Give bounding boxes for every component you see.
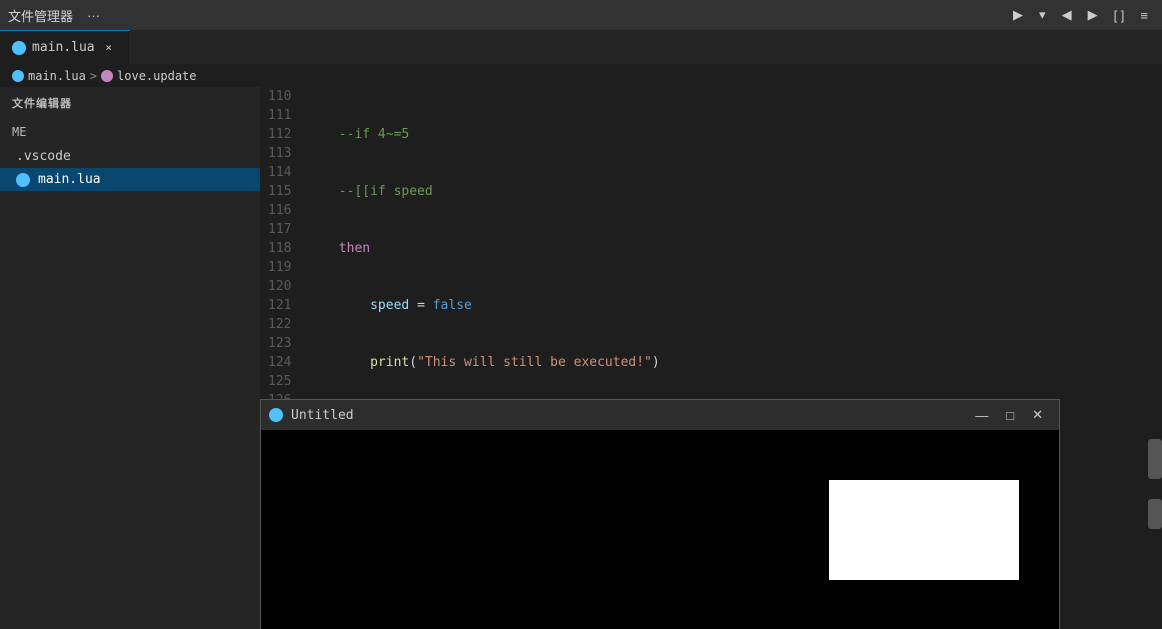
- title-more-button[interactable]: ···: [81, 6, 106, 25]
- sidebar-item-main-lua-label: main.lua: [38, 172, 101, 187]
- tab-file-icon: [12, 41, 26, 55]
- line-num-118: 118: [268, 239, 291, 258]
- line-num-110: 110: [268, 87, 291, 106]
- overlay-scrollbar[interactable]: [1148, 399, 1162, 629]
- title-bar: 文件管理器 ··· ▶ ▾ ◀ ▶ [ ] ≡: [0, 0, 1162, 30]
- tab-main-lua[interactable]: main.lua ×: [0, 30, 130, 64]
- breadcrumb-file[interactable]: main.lua: [28, 69, 86, 83]
- run-button[interactable]: ▶: [1007, 5, 1029, 25]
- breadcrumb-separator: >: [90, 69, 97, 83]
- sidebar-file-icon: [16, 173, 30, 187]
- line-num-122: 122: [268, 315, 291, 334]
- more-options-button[interactable]: ≡: [1134, 6, 1154, 25]
- code-line-114: print("This will still be executed!"): [307, 353, 1158, 372]
- floating-window: Untitled — □ ✕: [260, 399, 1060, 629]
- floating-maximize-button[interactable]: □: [998, 405, 1022, 425]
- floating-controls: — □ ✕: [967, 405, 1051, 425]
- code-line-110: --if 4~=5: [307, 125, 1158, 144]
- sidebar-item-main-lua[interactable]: main.lua: [0, 168, 260, 191]
- main-area: 文件编辑器 ME .vscode main.lua 110 111 112 11…: [0, 87, 1162, 629]
- breadcrumb-function: love.update: [117, 69, 196, 83]
- overlay-scrollbar-thumb[interactable]: [1148, 439, 1162, 479]
- sidebar-item-vscode-label: .vscode: [16, 149, 71, 164]
- sidebar-section-me: ME: [0, 119, 260, 145]
- line-num-113: 113: [268, 144, 291, 163]
- sidebar: 文件编辑器 ME .vscode main.lua: [0, 87, 260, 629]
- floating-window-icon: [269, 408, 283, 422]
- breadcrumb: main.lua > love.update: [0, 65, 1162, 87]
- line-num-111: 111: [268, 106, 291, 125]
- forward-button[interactable]: ▶: [1082, 5, 1104, 25]
- overlay-scrollbar-thumb2[interactable]: [1148, 499, 1162, 529]
- line-num-120: 120: [268, 277, 291, 296]
- breadcrumb-func-icon: [101, 70, 113, 82]
- floating-content: [261, 430, 1059, 629]
- code-line-113: speed = false: [307, 296, 1158, 315]
- run-dropdown-button[interactable]: ▾: [1033, 5, 1052, 25]
- title-bar-title: 文件管理器: [8, 6, 73, 25]
- floating-titlebar: Untitled — □ ✕: [261, 400, 1059, 430]
- floating-window-title: Untitled: [291, 408, 959, 423]
- line-num-121: 121: [268, 296, 291, 315]
- tab-bar: main.lua ×: [0, 30, 1162, 65]
- floating-white-rect: [829, 480, 1019, 580]
- floating-minimize-button[interactable]: —: [967, 405, 996, 425]
- tab-label: main.lua: [32, 40, 95, 55]
- line-num-112: 112: [268, 125, 291, 144]
- back-button[interactable]: ◀: [1056, 5, 1078, 25]
- line-num-123: 123: [268, 334, 291, 353]
- code-line-111: --[[if speed: [307, 182, 1158, 201]
- split-button[interactable]: [ ]: [1108, 6, 1131, 25]
- line-num-117: 117: [268, 220, 291, 239]
- tab-close-button[interactable]: ×: [101, 40, 117, 56]
- sidebar-item-vscode[interactable]: .vscode: [0, 145, 260, 168]
- editor-area: 110 111 112 113 114 115 116 117 118 119 …: [260, 87, 1162, 629]
- title-bar-left: 文件管理器 ···: [8, 6, 106, 25]
- code-line-112: then: [307, 239, 1158, 258]
- line-num-124: 124: [268, 353, 291, 372]
- line-num-116: 116: [268, 201, 291, 220]
- line-num-119: 119: [268, 258, 291, 277]
- floating-close-button[interactable]: ✕: [1024, 405, 1051, 425]
- sidebar-header: 文件编辑器: [0, 87, 260, 119]
- breadcrumb-icon: [12, 70, 24, 82]
- sidebar-section-label: ME: [12, 125, 26, 139]
- line-num-125: 125: [268, 372, 291, 391]
- title-bar-right: ▶ ▾ ◀ ▶ [ ] ≡: [1007, 5, 1154, 25]
- line-num-115: 115: [268, 182, 291, 201]
- line-num-114: 114: [268, 163, 291, 182]
